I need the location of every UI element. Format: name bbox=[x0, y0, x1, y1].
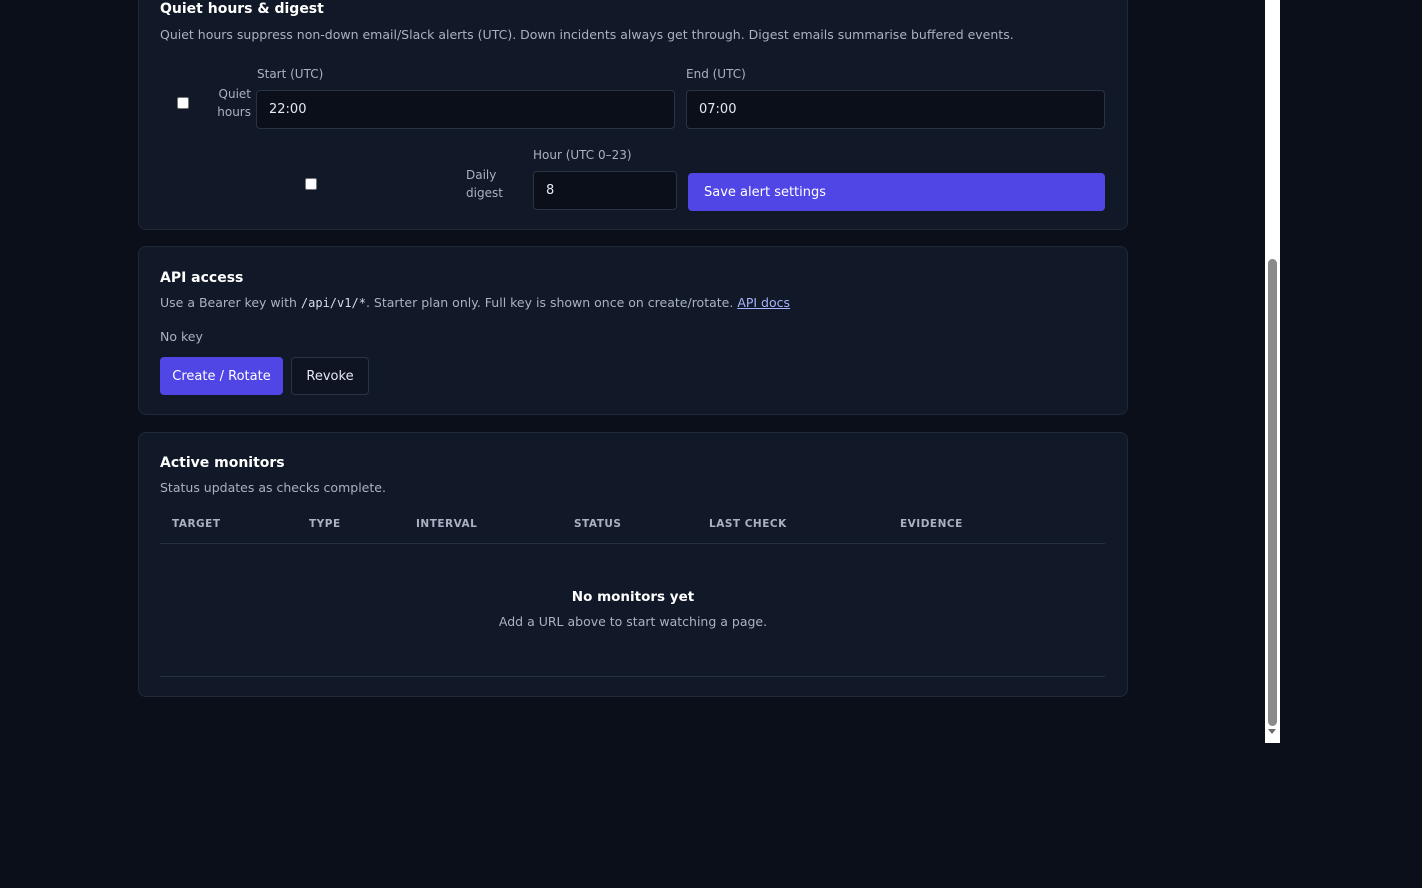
api-access-subtitle: Use a Bearer key with /api/v1/*. Starter… bbox=[160, 295, 790, 310]
scroll-down-arrow-icon[interactable] bbox=[1268, 729, 1276, 734]
revoke-button[interactable]: Revoke bbox=[291, 357, 369, 395]
create-rotate-button[interactable]: Create / Rotate bbox=[160, 357, 283, 395]
quiet-hours-checkbox[interactable] bbox=[177, 97, 189, 109]
column-interval: INTERVAL bbox=[416, 518, 478, 530]
api-access-title: API access bbox=[160, 270, 244, 286]
monitors-table-header: TARGET TYPE INTERVAL STATUS LAST CHECK E… bbox=[160, 509, 1105, 544]
quiet-hours-label: Quiet hours bbox=[217, 87, 251, 119]
page-scrollbar[interactable] bbox=[1265, 0, 1280, 743]
active-monitors-title: Active monitors bbox=[160, 455, 285, 471]
daily-digest-checkbox[interactable] bbox=[305, 178, 317, 190]
column-status: STATUS bbox=[574, 518, 622, 530]
digest-hour-label: Hour (UTC 0–23) bbox=[533, 148, 632, 162]
api-subtitle-prefix: Use a Bearer key with bbox=[160, 295, 301, 310]
end-utc-input[interactable] bbox=[686, 90, 1105, 129]
page-viewport: Quiet hours & digest Quiet hours suppres… bbox=[0, 0, 1280, 743]
empty-state-subtitle: Add a URL above to start watching a page… bbox=[498, 614, 768, 629]
api-docs-link[interactable]: API docs bbox=[737, 295, 790, 310]
api-path-code: /api/v1/* bbox=[300, 296, 366, 310]
api-subtitle-suffix: . Starter plan only. Full key is shown o… bbox=[365, 295, 738, 310]
column-last-check: LAST CHECK bbox=[709, 518, 787, 530]
end-utc-label: End (UTC) bbox=[686, 67, 746, 81]
column-target: TARGET bbox=[172, 518, 221, 530]
active-monitors-subtitle: Status updates as checks complete. bbox=[160, 480, 386, 495]
column-evidence: EVIDENCE bbox=[900, 518, 963, 530]
scrollbar-thumb[interactable] bbox=[1268, 259, 1277, 726]
quiet-hours-subtitle: Quiet hours suppress non-down email/Slac… bbox=[160, 27, 1014, 42]
quiet-hours-card: Quiet hours & digest Quiet hours suppres… bbox=[138, 0, 1128, 230]
api-key-status: No key bbox=[160, 329, 203, 344]
api-access-card: API access Use a Bearer key with /api/v1… bbox=[138, 246, 1128, 415]
start-utc-label: Start (UTC) bbox=[257, 67, 324, 81]
column-type: TYPE bbox=[309, 518, 341, 530]
daily-digest-label: Daily digest bbox=[466, 168, 503, 200]
table-bottom-divider bbox=[160, 676, 1105, 677]
quiet-hours-title: Quiet hours & digest bbox=[160, 1, 324, 17]
start-utc-input[interactable] bbox=[256, 90, 675, 129]
active-monitors-card: Active monitors Status updates as checks… bbox=[138, 432, 1128, 697]
digest-hour-input[interactable] bbox=[533, 171, 677, 210]
save-alert-settings-button[interactable]: Save alert settings bbox=[688, 173, 1105, 211]
empty-state-title: No monitors yet bbox=[571, 589, 695, 605]
